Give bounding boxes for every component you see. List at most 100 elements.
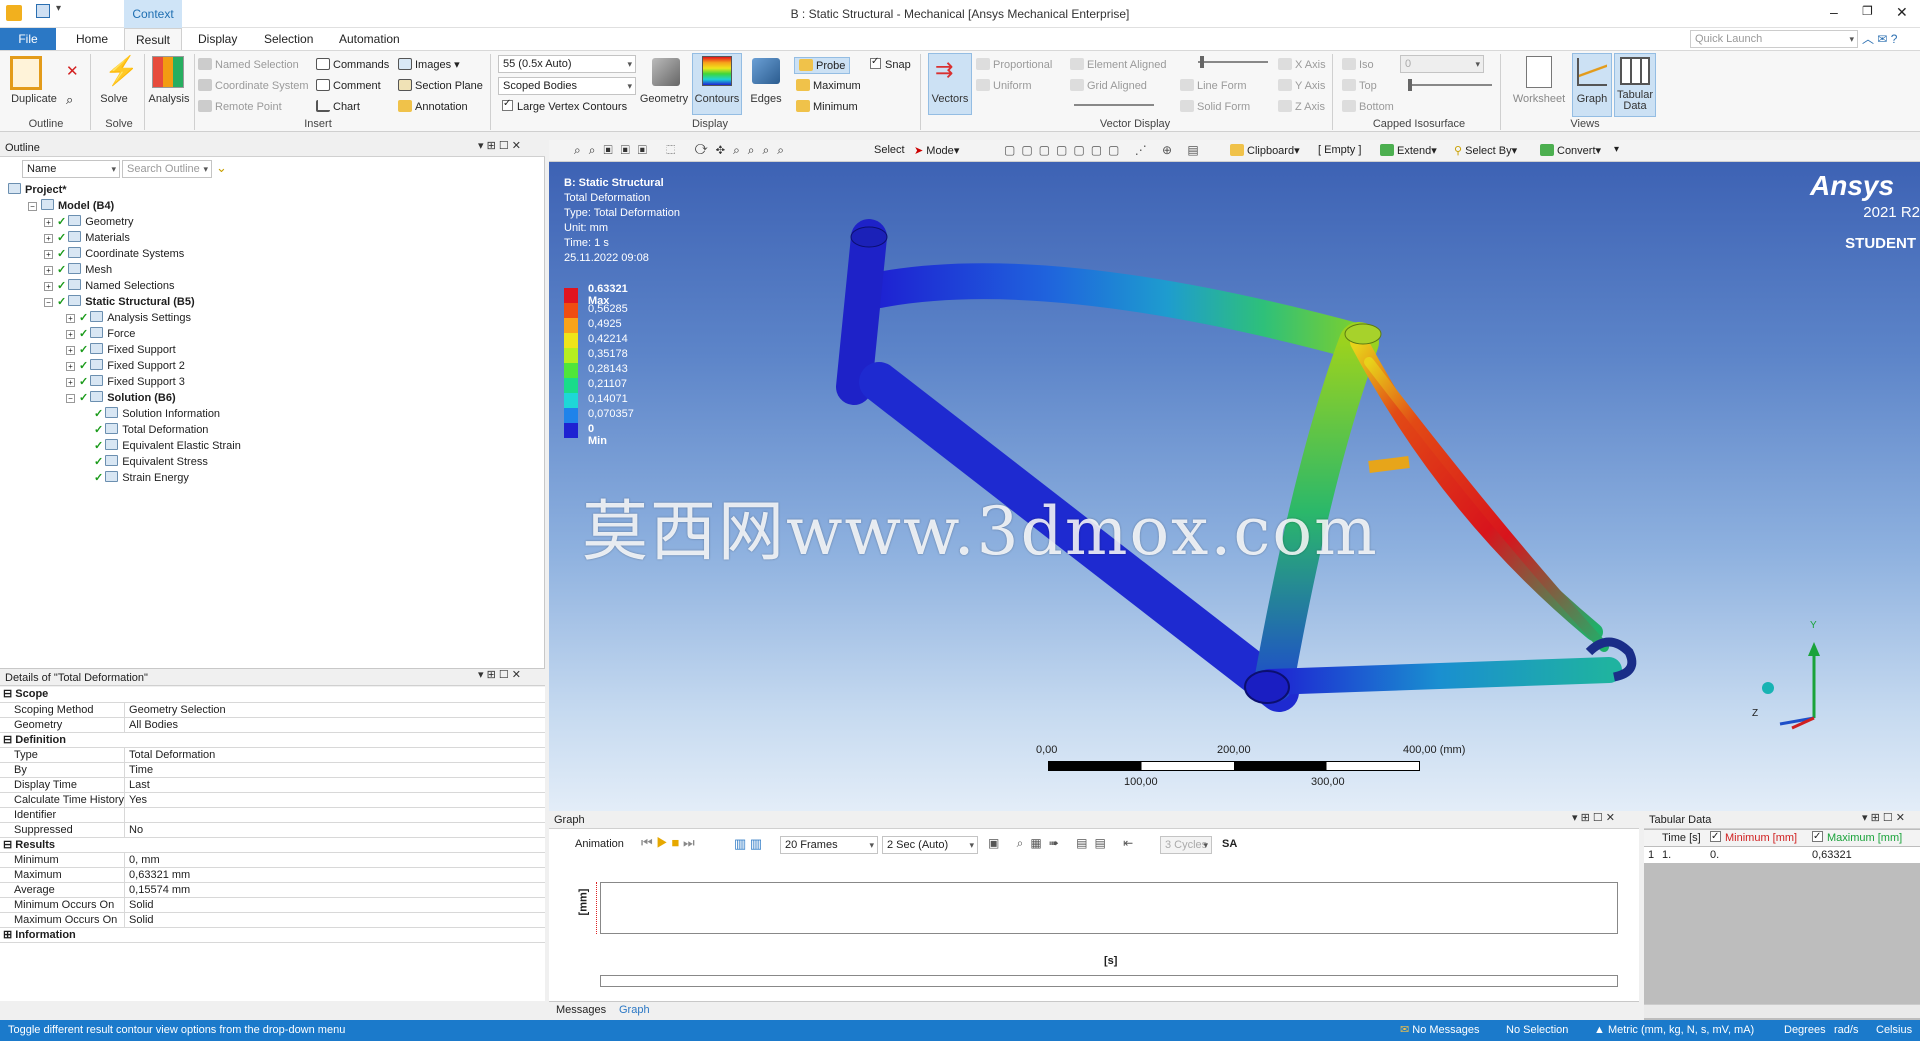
toolbar-overflow-icon[interactable]: ▾	[1614, 144, 1619, 155]
comment-button[interactable]: Comment	[316, 79, 381, 92]
tab-result[interactable]: Result	[124, 28, 182, 50]
seat-collar[interactable]	[1344, 323, 1382, 345]
y-axis-button[interactable]: Y Axis	[1278, 79, 1325, 92]
col-minimum[interactable]: Minimum [mm]	[1710, 829, 1797, 846]
tab-messages[interactable]: Messages	[556, 1004, 606, 1016]
expand-toggle-icon[interactable]: −	[44, 298, 53, 307]
status-units[interactable]: ▲ Metric (mm, kg, N, s, mV, mA)	[1594, 1020, 1754, 1041]
tree-item[interactable]: + ✓ Fixed Support 3	[66, 374, 185, 390]
details-section[interactable]: ⊟ Definition	[0, 732, 545, 748]
expand-toggle-icon[interactable]: +	[66, 346, 75, 355]
details-value[interactable]: Last	[124, 777, 545, 793]
col-maximum[interactable]: Maximum [mm]	[1812, 829, 1902, 846]
details-value[interactable]: Yes	[124, 792, 545, 808]
tabular-scrollbar[interactable]	[1644, 1004, 1920, 1018]
element-aligned-button[interactable]: Element Aligned	[1070, 58, 1167, 71]
iso-slider[interactable]	[1408, 84, 1492, 86]
minimum-button[interactable]: Minimum	[796, 100, 858, 113]
status-degrees[interactable]: Degrees	[1784, 1020, 1826, 1041]
speed-combo[interactable]: 2 Sec (Auto)	[882, 836, 978, 854]
details-row[interactable]: Average 0,15574 mm	[0, 882, 545, 898]
tree-item[interactable]: + ✓ Coordinate Systems	[44, 246, 184, 262]
head-tube-top[interactable]	[850, 226, 888, 248]
snap-checkbox[interactable]: Snap	[870, 56, 911, 71]
large-vertex-checkbox[interactable]: Large Vertex Contours	[502, 98, 627, 113]
tree-item[interactable]: + ✓ Materials	[44, 230, 130, 246]
expand-toggle-icon[interactable]: +	[44, 266, 53, 275]
section-toggle-icon[interactable]: ⊟	[3, 839, 15, 851]
vector-density-slider[interactable]	[1074, 104, 1154, 106]
tree-item[interactable]: + ✓ Geometry	[44, 214, 134, 230]
tree-item[interactable]: − ✓ Static Structural (B5)	[44, 294, 195, 310]
tree-item[interactable]: ✓ Solution Information	[94, 406, 220, 422]
edges-icon[interactable]	[752, 58, 780, 84]
tabular-pane-controls[interactable]: ▾ ⊞ ☐ ✕	[1862, 811, 1905, 824]
details-pane-controls[interactable]: ▾ ⊞ ☐ ✕	[478, 668, 521, 681]
frames-combo[interactable]: 20 Frames	[780, 836, 878, 854]
line-form-button[interactable]: Line Form	[1180, 79, 1247, 92]
tree-item[interactable]: ✓ Equivalent Stress	[94, 454, 208, 470]
expand-toggle-icon[interactable]: +	[44, 234, 53, 243]
grid-aligned-button[interactable]: Grid Aligned	[1070, 79, 1147, 92]
details-value[interactable]: 0, mm	[124, 852, 545, 868]
tab-selection[interactable]: Selection	[252, 28, 325, 50]
zoom-tools[interactable]: ⌕⌕▣▣▣ ⬚ ⟳✥⌕⌕⌕⌕	[574, 143, 792, 158]
duplicate-icon[interactable]	[10, 56, 42, 90]
selection-filter-icons[interactable]: ▢▢▢▢▢▢▢ ⋰ ⊕ ▤	[1004, 143, 1205, 157]
tree-item[interactable]: + ✓ Mesh	[44, 262, 112, 278]
section-toggle-icon[interactable]: ⊞	[3, 929, 15, 941]
details-row[interactable]: Maximum 0,63321 mm	[0, 867, 545, 883]
tree-item[interactable]: ✓ Equivalent Elastic Strain	[94, 438, 241, 454]
worksheet-icon[interactable]	[1526, 56, 1552, 88]
probe-button[interactable]: Probe	[794, 57, 851, 74]
details-row[interactable]: Calculate Time History Yes	[0, 792, 545, 808]
details-value[interactable]: 0,15574 mm	[124, 882, 545, 898]
convert-button[interactable]: Convert▾	[1540, 144, 1601, 157]
duplicate-button[interactable]: Duplicate	[4, 93, 64, 105]
status-temp[interactable]: Celsius	[1876, 1020, 1912, 1041]
details-value[interactable]: Solid	[124, 897, 545, 913]
details-row[interactable]: Display Time Last	[0, 777, 545, 793]
annotation-button[interactable]: Annotation	[398, 100, 468, 113]
z-axis-button[interactable]: Z Axis	[1278, 100, 1325, 113]
quick-launch-input[interactable]: Quick Launch	[1690, 30, 1858, 48]
x-axis-button[interactable]: X Axis	[1278, 58, 1326, 71]
vectors-icon[interactable]: ⇉	[935, 58, 953, 82]
chart-button[interactable]: Chart	[316, 100, 360, 113]
details-value[interactable]: Geometry Selection	[124, 702, 545, 718]
vectors-button[interactable]: Vectors	[928, 93, 972, 105]
head-tube[interactable]	[836, 219, 887, 405]
details-row[interactable]: Maximum Occurs On Solid	[0, 912, 545, 928]
details-value[interactable]: Time	[124, 762, 545, 778]
details-section[interactable]: ⊞ Information	[0, 927, 545, 943]
mode-button[interactable]: ➤ Mode▾	[914, 144, 959, 157]
stay-bridge[interactable]	[1368, 456, 1410, 473]
help-icons[interactable]: ︿ ✉ ?	[1862, 30, 1897, 47]
delete-icon[interactable]: ✕	[66, 62, 79, 80]
graph-plot-area[interactable]	[600, 882, 1618, 934]
outline-pane-controls[interactable]: ▾ ⊞ ☐ ✕	[478, 139, 521, 152]
axis-triad[interactable]	[1740, 618, 1830, 738]
empty-button[interactable]: [ Empty ]	[1318, 144, 1361, 156]
table-row[interactable]: 1 1. 0. 0,63321	[1644, 847, 1920, 863]
stop-icon[interactable]: ■	[672, 835, 680, 850]
restore-icon[interactable]: ❐	[1862, 4, 1873, 18]
geometry-button[interactable]: Geometry	[638, 93, 690, 105]
play-icon[interactable]: ▶	[656, 835, 668, 850]
expand-toggle-icon[interactable]: +	[44, 282, 53, 291]
scale-combo[interactable]: 55 (0.5x Auto)	[498, 55, 636, 73]
tree-item[interactable]: ✓ Strain Energy	[94, 470, 189, 486]
tree-item[interactable]: Project*	[8, 182, 67, 198]
expand-toggle-icon[interactable]: +	[66, 378, 75, 387]
top-tube[interactable]	[861, 263, 1377, 360]
status-rads[interactable]: rad/s	[1834, 1020, 1858, 1041]
tabular-data-button[interactable]: Tabular Data	[1614, 90, 1656, 112]
details-row[interactable]: By Time	[0, 762, 545, 778]
tab-file[interactable]: File	[0, 28, 56, 50]
tree-item[interactable]: − ✓ Solution (B6)	[66, 390, 176, 406]
details-row[interactable]: Geometry All Bodies	[0, 717, 545, 733]
close-icon[interactable]: ✕	[1896, 4, 1908, 21]
coordinate-system-button[interactable]: Coordinate System	[198, 79, 309, 92]
named-selection-button[interactable]: Named Selection	[198, 58, 299, 71]
slider-thumb[interactable]	[1200, 56, 1204, 68]
